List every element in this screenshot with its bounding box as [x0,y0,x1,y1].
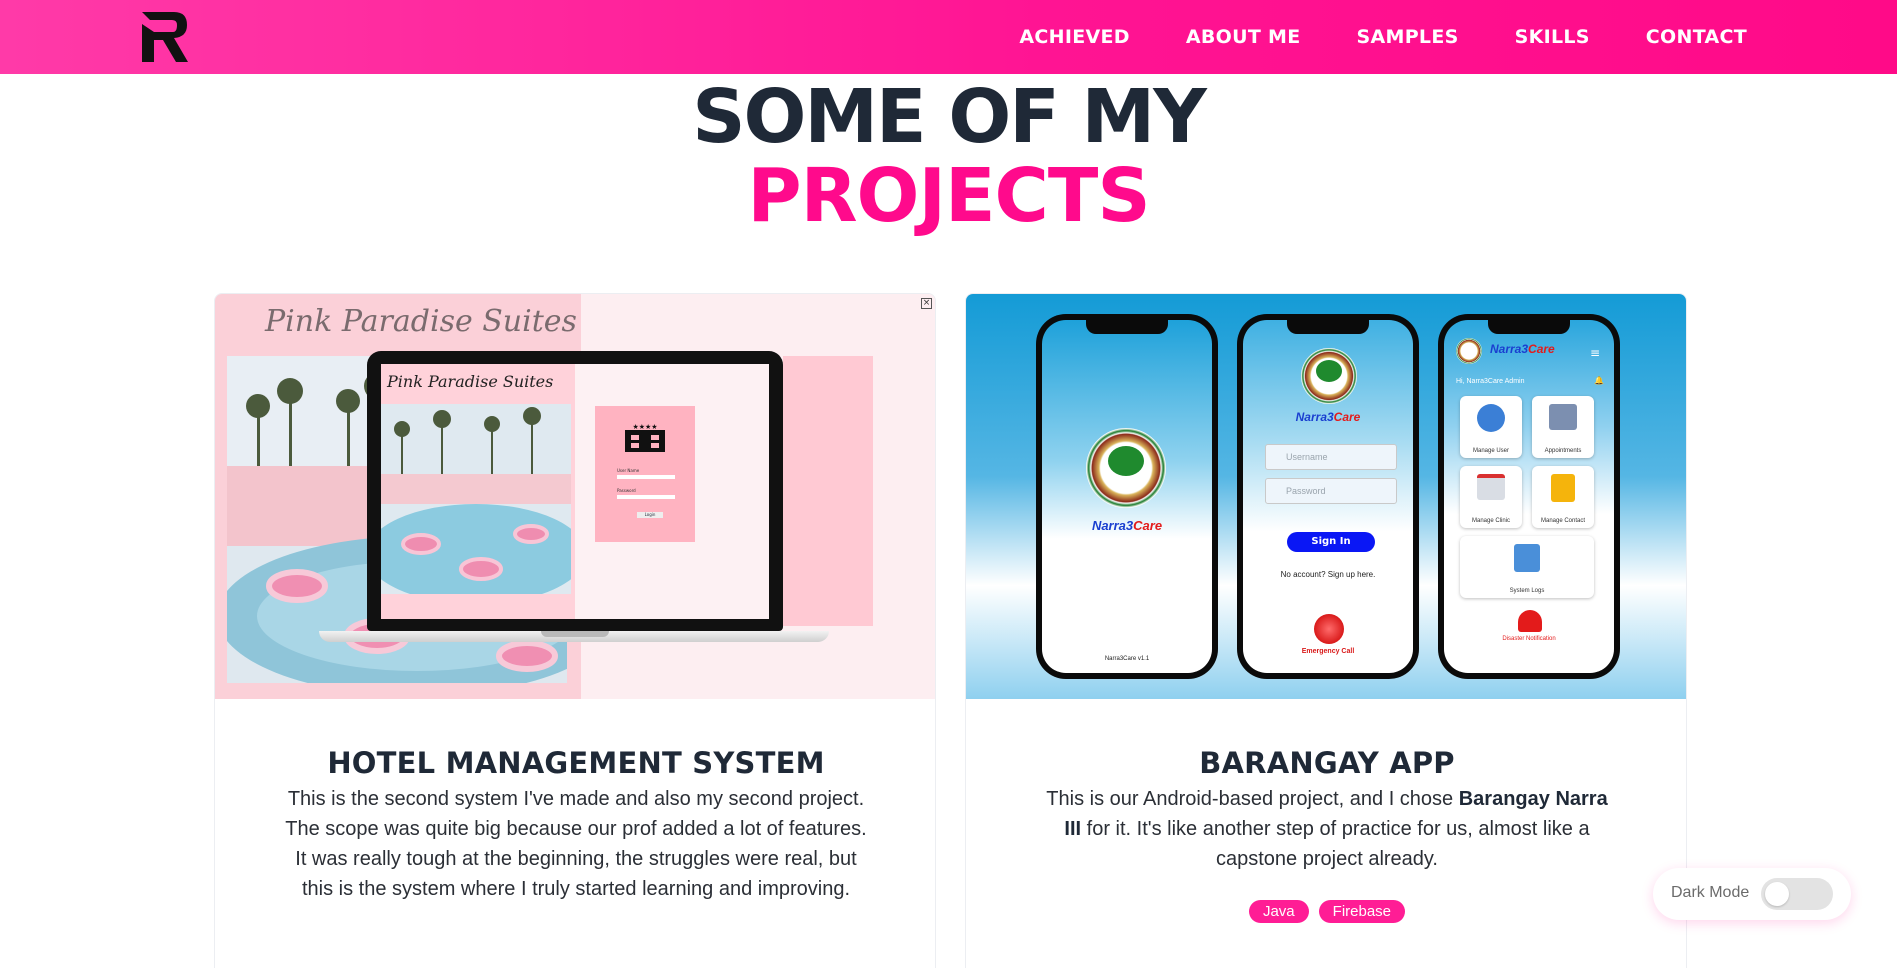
hotel-brand-text: Pink Paradise Suites [265,304,577,339]
emergency-label: Emergency Call [1301,648,1355,655]
login-panel: ★★★★ User Name Password Login [595,406,695,542]
project-body-barangay: BARANGAY APP This is our Android-based p… [966,709,1686,923]
disaster-label: Disaster Notification [1502,636,1556,642]
section-title: SOME OF MY PROJECTS [0,78,1897,236]
nav-contact[interactable]: CONTACT [1646,26,1747,48]
tag-firebase: Firebase [1318,900,1406,923]
password-input: Password [1265,478,1397,504]
menu-icon: ≡ [1590,346,1601,360]
password-field [617,495,675,499]
dashboard-app-name: Narra3Care [1490,342,1555,356]
project-description: This is our Android-based project, and I… [1046,788,1608,870]
section-title-line2: PROJECTS [747,153,1150,239]
laptop-brand-text: Pink Paradise Suites [387,372,554,391]
phone-splash-screen: Narra3Care Narra3Care v1.1 [1036,314,1218,679]
svg-text:★★★★: ★★★★ [632,423,657,431]
project-title: BARANGAY APP [1199,746,1455,780]
phone-login-screen: Narra3Care Username Password Sign In No … [1237,314,1419,679]
bell-icon: 🔔 [1594,376,1604,385]
signup-link: No account? Sign up here. [1280,570,1376,579]
nav-menu: ACHIEVED ABOUT ME SAMPLES SKILLS CONTACT [1019,0,1747,74]
username-input: Username [1265,444,1397,470]
tile-system-logs: System Logs [1460,536,1594,598]
dark-mode-widget: Dark Mode [1653,868,1851,920]
laptop-pool-photo [381,404,571,594]
dashboard-greeting: Hi, Narra3Care Admin [1456,378,1525,385]
nav-about-me[interactable]: ABOUT ME [1186,26,1301,48]
nav-samples[interactable]: SAMPLES [1357,26,1459,48]
project-card-barangay[interactable]: Narra3Care Narra3Care v1.1 Narra3Care Us… [965,293,1687,968]
nav-skills[interactable]: SKILLS [1515,26,1590,48]
tech-tags: Java Firebase [1036,900,1618,923]
hotel-building-icon: ★★★★ [625,423,665,452]
app-version: Narra3Care v1.1 [1104,656,1150,662]
phone-dashboard-screen: Narra3Care ≡ Hi, Narra3Care Admin 🔔 Mana… [1438,314,1620,679]
project-image-barangay: Narra3Care Narra3Care v1.1 Narra3Care Us… [966,294,1686,699]
nav-achieved[interactable]: ACHIEVED [1019,26,1129,48]
login-app-name: Narra3Care [1295,410,1361,424]
project-body-hotel: HOTEL MANAGEMENT SYSTEM This is the seco… [215,709,935,904]
tile-manage-user: Manage User [1460,396,1522,458]
project-image-hotel: Pink Paradise Suites × Pink Paradise Sui… [215,294,935,699]
project-description: This is the second system I've made and … [285,788,867,900]
username-field [617,475,675,479]
r-logo-icon[interactable] [140,10,190,64]
barangay-seal-icon [1456,338,1482,364]
splash-app-name: Narra3Care [1091,518,1163,533]
section-title-line1: SOME OF MY [692,74,1207,160]
close-icon: × [921,298,932,309]
tag-java: Java [1248,900,1309,923]
tile-manage-contact: Manage Contact [1532,466,1594,528]
tile-manage-clinic: Manage Clinic [1460,466,1522,528]
toggle-knob [1765,882,1789,906]
laptop-mockup: Pink Paradise Suites ★★★★ User Name Pass… [367,351,783,631]
alarm-icon [1518,610,1542,632]
dark-mode-toggle[interactable] [1761,878,1833,910]
tile-appointments: Appointments [1532,396,1594,458]
project-title: HOTEL MANAGEMENT SYSTEM [327,746,825,780]
navbar: ACHIEVED ABOUT ME SAMPLES SKILLS CONTACT [0,0,1897,74]
sign-in-button: Sign In [1287,532,1375,552]
emergency-call-icon [1314,614,1344,644]
project-card-hotel[interactable]: Pink Paradise Suites × Pink Paradise Sui… [214,293,936,968]
dark-mode-label: Dark Mode [1671,884,1750,901]
login-button: Login [637,512,663,518]
